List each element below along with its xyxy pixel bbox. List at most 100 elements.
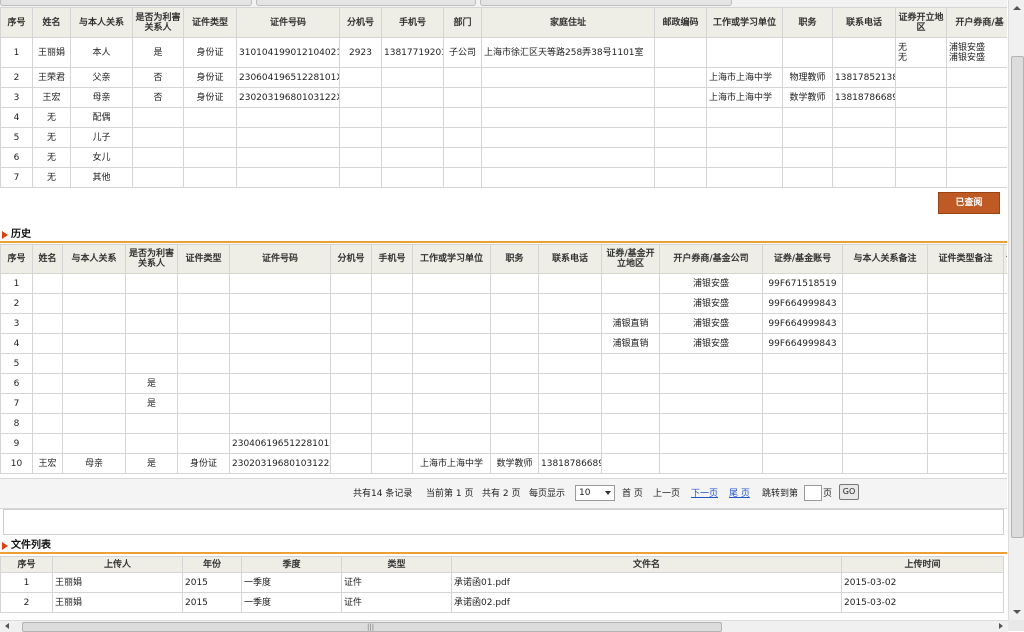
scroll-down-arrow-icon[interactable]	[1009, 604, 1024, 620]
history-col-header: 序号	[0, 244, 33, 274]
related-cell	[381, 167, 444, 188]
history-row: 8	[0, 413, 1007, 434]
history-col-header: 证	[1003, 244, 1007, 274]
history-cell	[371, 293, 413, 314]
history-cell	[229, 353, 331, 374]
files-cell: 2015-03-02	[841, 572, 1004, 593]
related-col-header: 与本人关系	[70, 7, 133, 38]
related-cell: 上海市徐汇区天等路258弄38号1101室	[481, 37, 655, 68]
related-cell	[236, 107, 340, 128]
history-cell	[842, 453, 928, 474]
related-cell	[946, 167, 1007, 188]
history-cell	[538, 373, 602, 394]
related-cell	[895, 87, 947, 108]
history-row: 3 浦银直销 浦银安盛 99F664999843	[0, 313, 1007, 334]
related-col-header: 工作或学习单位	[706, 7, 783, 38]
related-row: 5 无儿子	[0, 127, 1007, 148]
related-col-header: 证券开立地区	[895, 7, 947, 38]
history-cell	[371, 353, 413, 374]
history-cell	[762, 433, 843, 454]
history-table: 序号 姓名 与本人关系 是否为利害关系人 证件类型 证件号码 分机号 手机号 工作或学习单位 职务…	[0, 244, 1007, 474]
files-col-header: 上传人	[52, 556, 183, 573]
tab-stub[interactable]	[256, 0, 476, 6]
prev-page-link[interactable]: 上一页	[653, 489, 680, 500]
history-col-header: 开户券商/基金公司	[659, 244, 763, 274]
related-cell: 母亲	[70, 87, 133, 108]
go-button[interactable]: GO	[839, 484, 859, 500]
scroll-right-arrow-icon[interactable]	[999, 623, 1003, 629]
grip-icon: |||	[367, 623, 375, 631]
history-cell	[62, 373, 126, 394]
related-cell	[481, 167, 655, 188]
history-cell: 浦银直销	[601, 333, 660, 354]
related-cell	[782, 127, 833, 148]
history-cell	[371, 373, 413, 394]
history-cell	[538, 413, 602, 434]
history-cell	[490, 433, 539, 454]
history-cell	[125, 333, 178, 354]
related-cell: 王宏	[32, 87, 71, 108]
history-row: 10 王宏 母亲是身份证 230203196801031​22X 上海市上海中学 数学教师…	[0, 453, 1007, 474]
history-row: 9 230406196512281​01X	[0, 433, 1007, 454]
history-cell	[762, 373, 843, 394]
history-section-header: 历史	[0, 229, 1007, 243]
related-cell	[782, 167, 833, 188]
tab-stub[interactable]	[0, 0, 252, 6]
history-cell	[32, 373, 63, 394]
history-cell: 10	[0, 453, 33, 474]
history-cell	[371, 313, 413, 334]
related-col-header: 是否为利害关系人	[132, 7, 184, 38]
history-col-header: 证券/基金账号	[762, 244, 843, 274]
files-cell: 王丽娟	[52, 572, 183, 593]
related-cell	[832, 127, 896, 148]
history-cell	[62, 413, 126, 434]
history-cell	[229, 413, 331, 434]
history-cell: 2	[0, 293, 33, 314]
history-cell	[32, 393, 63, 414]
related-cell	[946, 147, 1007, 168]
related-cell	[443, 87, 482, 108]
history-cell	[927, 413, 1004, 434]
related-cell: 5	[0, 127, 33, 148]
jump-page-input[interactable]	[804, 485, 822, 501]
vertical-scrollbar[interactable]	[1008, 0, 1024, 620]
viewed-button[interactable]: 已查阅	[938, 192, 1000, 214]
related-cell: 本人	[70, 37, 133, 68]
related-row: 6 无女儿	[0, 147, 1007, 168]
history-col-header: 与本人关系备注	[842, 244, 928, 274]
history-cell	[330, 433, 372, 454]
history-cell	[927, 393, 1004, 414]
history-cell	[762, 453, 843, 474]
scroll-left-arrow-icon[interactable]	[5, 623, 9, 629]
vertical-scroll-thumb[interactable]	[1011, 56, 1024, 538]
history-row: 4 浦银直销 浦银安盛 99F664999843	[0, 333, 1007, 354]
history-cell: 13818786689	[538, 453, 602, 474]
related-cell: 身份证	[183, 37, 237, 68]
scroll-up-arrow-icon[interactable]	[1009, 0, 1024, 16]
history-cell: 99F664999843	[762, 313, 843, 334]
related-cell	[782, 107, 833, 128]
history-cell	[125, 433, 178, 454]
history-cell: 230406196512281​01X	[229, 433, 331, 454]
next-page-link[interactable]: 下一页	[691, 489, 718, 500]
last-page-link[interactable]: 尾 页	[729, 489, 750, 500]
first-page-link[interactable]: 首 页	[622, 489, 643, 500]
history-cell	[412, 293, 491, 314]
history-cell: 浦银安盛	[659, 333, 763, 354]
history-col-header: 联系电话	[538, 244, 602, 274]
history-cell	[229, 273, 331, 294]
related-cell	[832, 107, 896, 128]
history-cell: 7	[0, 393, 33, 414]
related-cell: 无	[32, 147, 71, 168]
history-cell: 5	[0, 353, 33, 374]
history-cell	[330, 313, 372, 334]
related-cell: 上海市上海中学	[706, 87, 783, 108]
related-cell: 上海市上海中学	[706, 67, 783, 88]
related-cell	[895, 127, 947, 148]
per-page-value: 10	[579, 488, 591, 498]
horizontal-scrollbar[interactable]: |||	[0, 620, 1008, 632]
history-cell	[762, 393, 843, 414]
history-cell	[125, 353, 178, 374]
tab-stub[interactable]	[480, 0, 732, 6]
per-page-select[interactable]: 10	[575, 485, 615, 501]
